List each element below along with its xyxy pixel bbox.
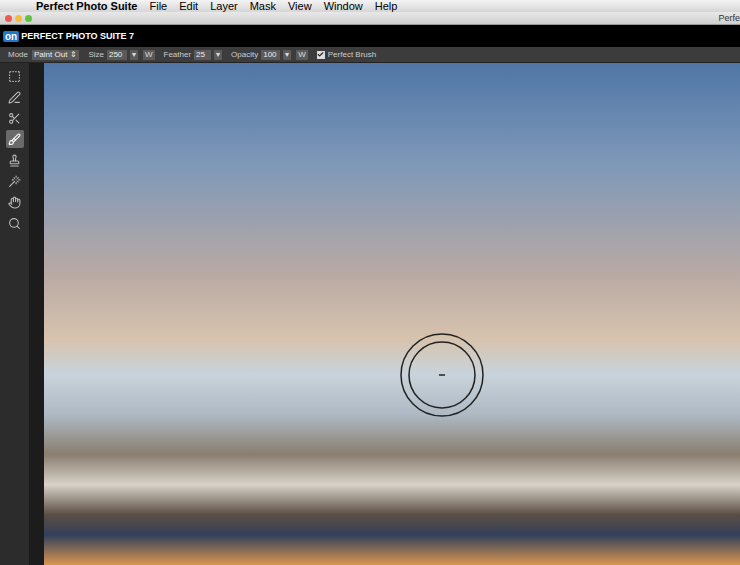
tool-button[interactable] [6, 88, 24, 106]
field-label: Size [88, 50, 104, 60]
field-input[interactable]: 25 [194, 50, 211, 60]
tool-strip [0, 63, 30, 565]
traffic-lights [5, 15, 32, 22]
close-button[interactable] [5, 15, 12, 22]
hand-icon [8, 196, 21, 209]
field-label: Mode [8, 50, 28, 60]
app-menu[interactable]: Perfect Photo Suite [36, 0, 137, 12]
toolbar-field: Opacity100▾ W [231, 50, 308, 60]
brush-icon [8, 133, 21, 146]
tool-button[interactable] [6, 151, 24, 169]
check-icon [317, 51, 324, 58]
menu-bar: Perfect Photo Suite File Edit Layer Mask View… [0, 0, 740, 12]
tool-button[interactable] [6, 172, 24, 190]
mode-field: Mode Paint Out⇕ [8, 50, 79, 60]
tool-button[interactable] [6, 214, 24, 232]
on1-logo: on [3, 31, 19, 42]
field-dropdown[interactable]: ▾ [283, 50, 291, 60]
mode-select[interactable]: Paint Out⇕ [32, 50, 79, 60]
field-input[interactable]: 100 [261, 50, 280, 60]
tool-button[interactable] [6, 130, 24, 148]
menu-item[interactable]: File [149, 0, 167, 12]
scissors-icon [8, 112, 21, 125]
title-bar: Perfe [0, 12, 740, 25]
menu-item[interactable]: Mask [250, 0, 276, 12]
menu-item[interactable]: Window [324, 0, 363, 12]
menu-item[interactable]: Help [375, 0, 398, 12]
tool-button[interactable] [6, 193, 24, 211]
tool-button[interactable] [6, 67, 24, 85]
field-dropdown[interactable]: ▾ [214, 50, 222, 60]
field-dropdown[interactable]: ▾ [130, 50, 138, 60]
app-window: Perfect Photo Suite File Edit Layer Mask View… [0, 0, 740, 565]
minimize-button[interactable] [15, 15, 22, 22]
tool-button[interactable] [6, 109, 24, 127]
toolbar-field: Size250▾ W [88, 50, 154, 60]
toolbar-field: Feather25▾ [164, 50, 223, 60]
field-label: Opacity [231, 50, 258, 60]
menu-item[interactable]: Edit [179, 0, 198, 12]
menu-item[interactable]: View [288, 0, 312, 12]
app-header: onPERFECT PHOTO SUITE 7 [0, 25, 740, 47]
zoom-icon [8, 217, 21, 230]
photo-canvas[interactable] [44, 63, 740, 565]
zoom-button[interactable] [25, 15, 32, 22]
wand-icon [8, 175, 21, 188]
checkbox-label: Perfect Brush [328, 50, 376, 60]
field-input[interactable]: 250 [107, 50, 127, 60]
line-icon [8, 91, 21, 104]
checkbox-box[interactable] [317, 51, 325, 59]
perfect-brush-checkbox[interactable]: Perfect Brush [317, 50, 376, 60]
main-area [0, 63, 740, 565]
window-title: Perfe [718, 13, 740, 23]
stamp-icon [8, 154, 21, 167]
menu-item[interactable]: Layer [210, 0, 238, 12]
marquee-icon [8, 70, 21, 83]
brush-cursor-icon [397, 330, 487, 420]
field-w-button[interactable]: W [296, 50, 308, 60]
app-title: PERFECT PHOTO SUITE 7 [21, 31, 134, 42]
canvas-gutter [30, 63, 44, 565]
options-toolbar: ModePaint Out⇕Size250▾WFeather25▾Opacity… [0, 47, 740, 63]
field-w-button[interactable]: W [143, 50, 155, 60]
field-label: Feather [164, 50, 192, 60]
